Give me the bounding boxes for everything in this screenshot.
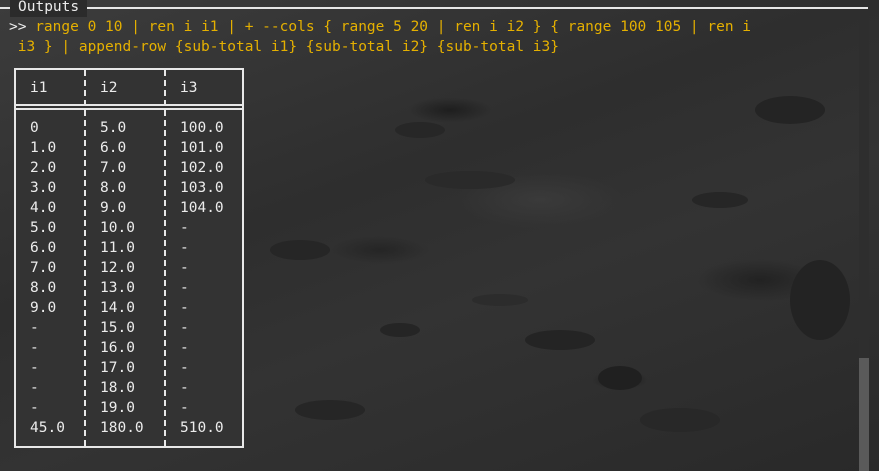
table-cell-i3: - (180, 240, 189, 256)
table-cell-i3: - (180, 260, 189, 276)
table-cell-i2: 13.0 (100, 280, 135, 296)
table-cell-i2: 19.0 (100, 400, 135, 416)
table-cell-i2: 16.0 (100, 340, 135, 356)
command-text-line-2: i3 } | append-row {sub-total i1} {sub-to… (9, 39, 559, 55)
table-cell-i3: 102.0 (180, 160, 224, 176)
table-cell-i3: - (180, 220, 189, 236)
header-rule (16, 104, 242, 106)
table-cell-i1: 3.0 (30, 180, 57, 196)
table-cell-i3: - (180, 400, 189, 416)
table-cell-i1: 7.0 (30, 260, 57, 276)
table-cell-i1: 8.0 (30, 280, 57, 296)
table-cell-i2: 12.0 (100, 260, 135, 276)
table-cell-i2: 18.0 (100, 380, 135, 396)
table-cell-i3: - (180, 380, 189, 396)
table-cell-i3: - (180, 340, 189, 356)
table-cell-i2: 14.0 (100, 300, 135, 316)
table-cell-i3: - (180, 300, 189, 316)
table-cell-i3: 510.0 (180, 420, 224, 436)
table-cell-i3: - (180, 360, 189, 376)
output-table: i1 i2 i3 0 5.0 100.0 1.0 6.0 101.0 2.0 7.0 102.0… (14, 68, 244, 448)
scrollbar-thumb[interactable] (859, 358, 869, 471)
command-text-line-1: range 0 10 | ren i i1 | + --cols { range… (26, 19, 752, 35)
table-cell-i2: 17.0 (100, 360, 135, 376)
header-rule (16, 108, 242, 110)
table-cell-i1: 2.0 (30, 160, 57, 176)
panel-header-rule (0, 7, 868, 9)
table-cell-i1: 4.0 (30, 200, 57, 216)
table-cell-i1: 45.0 (30, 420, 65, 436)
table-cell-i2: 11.0 (100, 240, 135, 256)
table-cell-i2: 9.0 (100, 200, 127, 216)
table-cell-i1: - (30, 320, 39, 336)
table-cell-i3: 104.0 (180, 200, 224, 216)
table-cell-i2: 5.0 (100, 120, 127, 136)
table-cell-i1: 6.0 (30, 240, 57, 256)
panel-title: Outputs (10, 0, 88, 17)
table-cell-i1: 1.0 (30, 140, 57, 156)
table-cell-i1: 5.0 (30, 220, 57, 236)
column-divider (84, 70, 86, 446)
table-cell-i1: 9.0 (30, 300, 57, 316)
table-cell-i3: 100.0 (180, 120, 224, 136)
table-cell-i2: 180.0 (100, 420, 144, 436)
prompt-indicator: >> (9, 19, 27, 35)
column-header-i1: i1 (30, 80, 48, 96)
table-cell-i2: 10.0 (100, 220, 135, 236)
table-cell-i3: 101.0 (180, 140, 224, 156)
table-cell-i2: 15.0 (100, 320, 135, 336)
column-header-i3: i3 (180, 80, 198, 96)
table-cell-i2: 6.0 (100, 140, 127, 156)
table-cell-i1: 0 (30, 120, 39, 136)
table-cell-i1: - (30, 380, 39, 396)
command-line: >> range 0 10 | ren i i1 | + --cols { ra… (9, 17, 859, 57)
table-cell-i2: 7.0 (100, 160, 127, 176)
column-divider (164, 70, 166, 446)
column-header-i2: i2 (100, 80, 118, 96)
table-cell-i3: 103.0 (180, 180, 224, 196)
table-cell-i1: - (30, 400, 39, 416)
table-cell-i1: - (30, 360, 39, 376)
table-cell-i2: 8.0 (100, 180, 127, 196)
table-cell-i1: - (30, 340, 39, 356)
table-cell-i3: - (180, 280, 189, 296)
table-cell-i3: - (180, 320, 189, 336)
